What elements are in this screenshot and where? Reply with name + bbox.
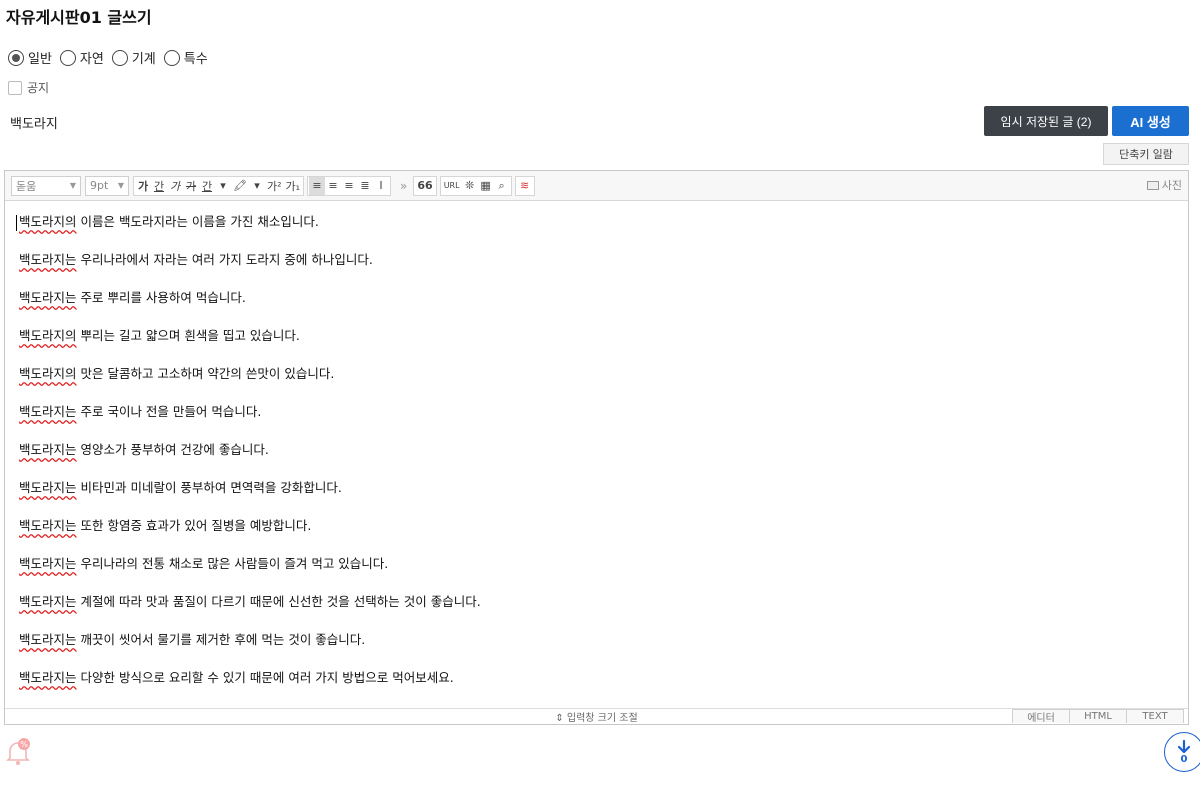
- photo-upload-button[interactable]: 사진: [1146, 176, 1182, 194]
- italic-button[interactable]: 가: [167, 177, 183, 195]
- content-line: 백도라지의 맛은 달콤하고 고소하며 약간의 쓴맛이 있습니다.: [19, 366, 335, 381]
- notice-checkbox[interactable]: [8, 80, 22, 95]
- strikethrough-button[interactable]: 가: [183, 177, 199, 195]
- table-icon[interactable]: ▦: [478, 177, 494, 195]
- link-button[interactable]: URL: [442, 177, 462, 195]
- font-family-select[interactable]: 돋움 ▼: [11, 175, 81, 196]
- font-size-select[interactable]: 9pt ▼: [85, 175, 129, 196]
- font-size-value: 9pt: [90, 179, 109, 192]
- align-justify-icon[interactable]: ≣: [357, 177, 373, 195]
- category-radio-group: 일반 자연 기계 특수: [8, 48, 216, 67]
- spellcheck-icon[interactable]: ≋: [517, 177, 533, 195]
- temp-saved-posts-button[interactable]: 임시 저장된 글 (2): [984, 106, 1108, 136]
- search-icon[interactable]: ⌕: [494, 177, 510, 195]
- spellcheck-flagged-word: 백도라지는: [19, 670, 77, 685]
- content-line: 백도라지는 또한 항염증 효과가 있어 질병을 예방합니다.: [19, 518, 312, 533]
- align-right-icon[interactable]: ≡: [341, 177, 357, 195]
- notice-checkbox-row[interactable]: 공지: [8, 79, 49, 96]
- chevron-down-icon: ▼: [69, 181, 76, 190]
- chevron-down-icon[interactable]: ▾: [249, 177, 265, 195]
- quote-button[interactable]: 66: [415, 177, 434, 195]
- radio-label-general: 일반: [28, 52, 52, 67]
- post-title-input[interactable]: 백도라지: [10, 113, 58, 132]
- svg-text:%: %: [20, 740, 28, 749]
- radio-label-special: 특수: [183, 52, 208, 67]
- scroll-down-button[interactable]: 0: [1164, 732, 1200, 772]
- align-group: ≡ ≡ ≡ ≣ Ⅰ: [307, 175, 392, 196]
- radio-category-machine[interactable]: 기계: [111, 48, 156, 67]
- spellcheck-flagged-word: 백도라지는: [19, 594, 77, 609]
- tab-editor[interactable]: 에디터: [1012, 709, 1070, 724]
- content-line: 백도라지의 이름은 백도라지라는 이름을 가진 채소입니다.: [19, 214, 319, 229]
- ai-generate-button[interactable]: AI 생성: [1112, 106, 1189, 136]
- arrow-down-icon: [1177, 739, 1191, 754]
- more-tools-button[interactable]: »: [400, 179, 407, 193]
- spellcheck-flagged-word: 백도라지의: [19, 328, 77, 343]
- align-left-icon[interactable]: ≡: [309, 176, 326, 195]
- radio-button-nature[interactable]: [59, 49, 76, 66]
- page-title: 자유게시판01 글쓰기: [6, 8, 152, 27]
- chevron-down-icon: ▼: [117, 181, 124, 190]
- chevron-down-icon[interactable]: ▾: [215, 177, 231, 195]
- spellcheck-flagged-word: 백도라지의: [19, 214, 77, 229]
- spellcheck-group: ≋: [514, 175, 535, 196]
- insert-group: URL ❊ ▦ ⌕: [439, 175, 512, 196]
- subscript-button[interactable]: 가₁: [284, 177, 303, 195]
- content-line: 백도라지는 주로 국이나 전을 만들어 먹습니다.: [19, 404, 262, 419]
- spellcheck-flagged-word: 백도라지는: [19, 442, 77, 457]
- superscript-button[interactable]: 가²: [265, 177, 284, 195]
- content-line: 백도라지는 깨끗이 씻어서 물기를 제거한 후에 먹는 것이 좋습니다.: [19, 632, 366, 647]
- notification-bell-icon[interactable]: %: [2, 734, 38, 770]
- spellcheck-flagged-word: 백도라지는: [19, 632, 77, 647]
- special-char-icon[interactable]: ❊: [462, 177, 478, 195]
- spellcheck-flagged-word: 백도라지는: [19, 556, 77, 571]
- spellcheck-flagged-word: 백도라지는: [19, 404, 77, 419]
- spellcheck-flagged-word: 백도라지는: [19, 290, 77, 305]
- editor-mode-tabs: 에디터 HTML TEXT: [1012, 709, 1184, 724]
- line-height-icon[interactable]: Ⅰ: [373, 177, 389, 195]
- content-line: 백도라지는 주로 뿌리를 사용하여 먹습니다.: [19, 290, 246, 305]
- content-line: 백도라지는 우리나라에서 자라는 여러 가지 도라지 중에 하나입니다.: [19, 252, 373, 267]
- bold-button[interactable]: 가: [135, 177, 151, 195]
- tab-html[interactable]: HTML: [1069, 709, 1127, 723]
- radio-button-special[interactable]: [163, 49, 180, 66]
- radio-label-nature: 자연: [79, 52, 104, 67]
- highlight-icon[interactable]: 🖍: [231, 177, 249, 195]
- content-line: 백도라지는 비타민과 미네랄이 풍부하여 면역력을 강화합니다.: [19, 480, 342, 495]
- editor-toolbar: 돋움 ▼ 9pt ▼ 가 간 가 가 간 ▾ 🖍 ▾ 가² 가₁ ≡ ≡ ≡ ≣…: [5, 171, 1188, 201]
- font-family-value: 돋움: [16, 179, 37, 193]
- spellcheck-flagged-word: 백도라지의: [19, 366, 77, 381]
- notice-label: 공지: [27, 81, 50, 95]
- tab-text[interactable]: TEXT: [1126, 709, 1184, 723]
- content-line: 백도라지는 영양소가 풍부하여 건강에 좋습니다.: [19, 442, 269, 457]
- content-line: 백도라지의 뿌리는 길고 얇으며 흰색을 띱고 있습니다.: [19, 328, 300, 343]
- spellcheck-flagged-word: 백도라지는: [19, 252, 77, 267]
- radio-button-machine[interactable]: [111, 49, 128, 66]
- spellcheck-flagged-word: 백도라지는: [19, 480, 77, 495]
- spellcheck-flagged-word: 백도라지는: [19, 518, 77, 533]
- font-color-button[interactable]: 간: [199, 177, 215, 195]
- radio-category-nature[interactable]: 자연: [59, 48, 104, 67]
- align-center-icon[interactable]: ≡: [325, 177, 341, 195]
- radio-button-general[interactable]: [8, 49, 24, 66]
- radio-category-special[interactable]: 특수: [163, 48, 208, 67]
- shortcut-list-button[interactable]: 단축키 일람: [1103, 143, 1189, 165]
- underline-button[interactable]: 간: [151, 177, 167, 195]
- resize-label: ⇕ 입력창 크기 조절: [555, 713, 638, 724]
- content-line: 백도라지는 우리나라의 전통 채소로 많은 사람들이 즐겨 먹고 있습니다.: [19, 556, 389, 571]
- text-format-group: 가 간 가 가 간 ▾ 🖍 ▾ 가² 가₁: [133, 175, 305, 196]
- image-icon: [1146, 180, 1159, 190]
- radio-category-general[interactable]: 일반: [8, 48, 52, 67]
- quote-group: 66: [413, 175, 437, 196]
- text-cursor: [16, 215, 17, 231]
- content-line: 백도라지는 다양한 방식으로 요리할 수 있기 때문에 여러 가지 방법으로 먹…: [19, 670, 454, 685]
- scroll-count: 0: [1180, 754, 1188, 765]
- editor-resize-handle[interactable]: ⇕ 입력창 크기 조절 에디터 HTML TEXT: [5, 708, 1188, 724]
- editor-content-area[interactable]: 백도라지의 이름은 백도라지라는 이름을 가진 채소입니다. 백도라지는 우리나라…: [19, 213, 1169, 707]
- content-line: 백도라지는 계절에 따라 맛과 품질이 다르기 때문에 신선한 것을 선택하는 …: [19, 594, 481, 609]
- rich-text-editor: 돋움 ▼ 9pt ▼ 가 간 가 가 간 ▾ 🖍 ▾ 가² 가₁ ≡ ≡ ≡ ≣…: [4, 170, 1189, 725]
- radio-label-machine: 기계: [131, 52, 156, 67]
- photo-label: 사진: [1161, 179, 1182, 192]
